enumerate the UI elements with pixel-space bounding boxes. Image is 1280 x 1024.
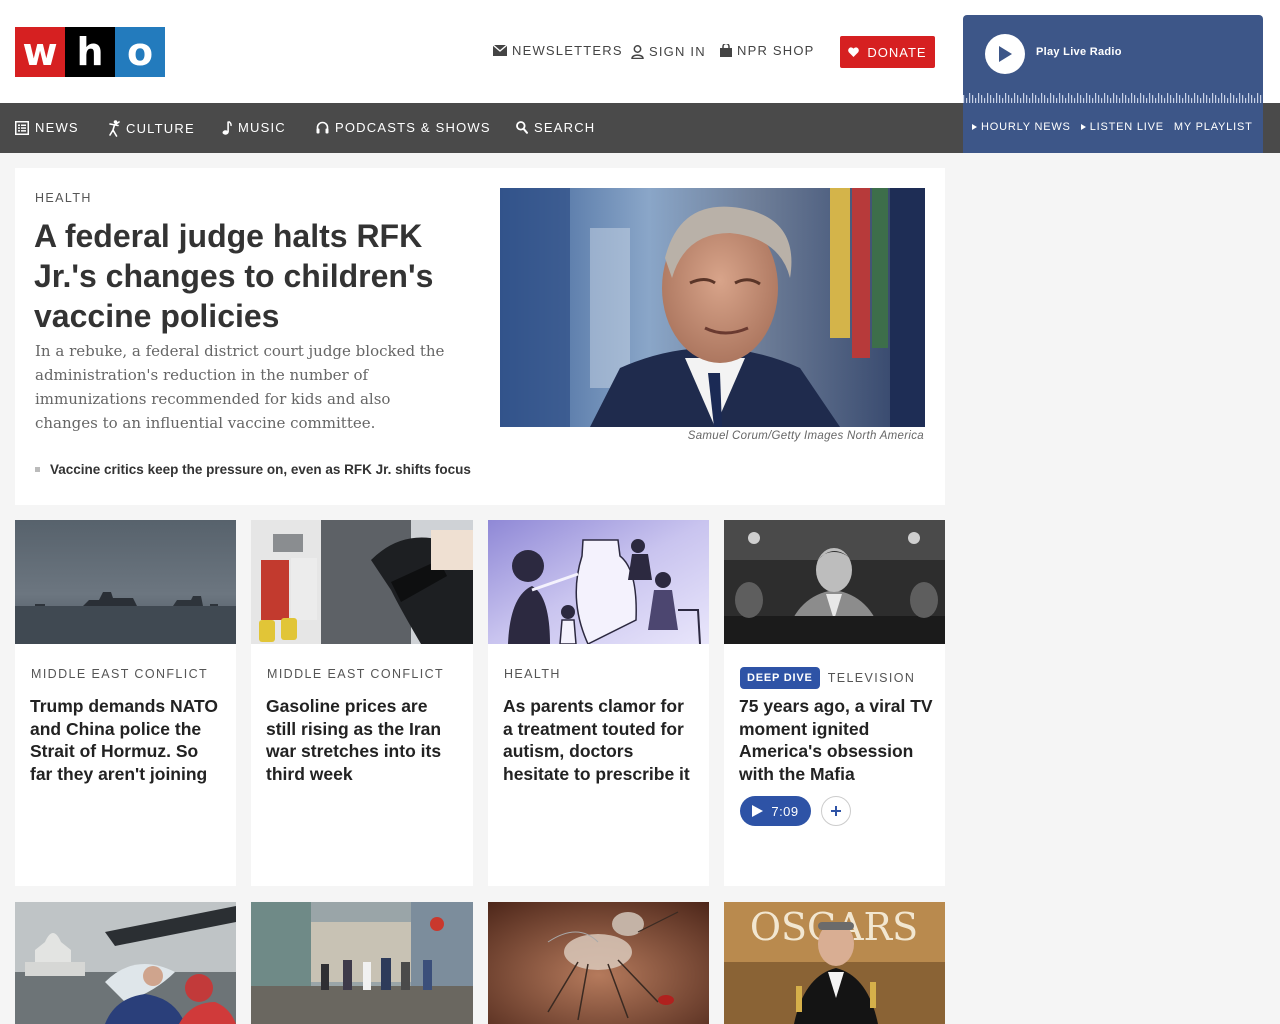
nav-news-label: NEWS (35, 120, 79, 135)
donate-button[interactable]: DONATE (840, 36, 935, 68)
lead-story: HEALTH A federal judge halts RFK Jr.'s c… (15, 168, 945, 505)
story-card-title[interactable]: Gasoline prices are still rising as the … (266, 695, 461, 785)
capitol-rain-photo (15, 902, 236, 1024)
story-card-photo[interactable] (15, 520, 236, 644)
nav-item-culture[interactable]: CULTURE (108, 120, 195, 137)
story-card-photo[interactable] (251, 520, 473, 644)
story-card: DEEP DIVE TELEVISION 75 years ago, a vir… (724, 520, 945, 886)
story-card-title[interactable]: As parents clamor for a treatment touted… (503, 695, 698, 785)
logo-letter-o: o (115, 27, 165, 77)
story-card: MIDDLE EAST CONFLICT Gasoline prices are… (251, 520, 473, 886)
story-card-photo[interactable] (488, 520, 709, 644)
lead-photo-credit: Samuel Corum/Getty Images North America (687, 430, 924, 442)
story-card-eyebrow: MIDDLE EAST CONFLICT (31, 667, 208, 681)
nav-podcasts-label: PODCASTS & SHOWS (335, 120, 491, 135)
nav-item-news[interactable]: NEWS (15, 120, 79, 135)
add-to-playlist-button[interactable] (821, 796, 851, 826)
play-icon (752, 805, 764, 817)
deep-dive-badge[interactable]: DEEP DIVE (740, 667, 820, 689)
warships-sea-photo (15, 520, 236, 644)
music-note-icon (222, 120, 232, 135)
story-card-photo[interactable] (251, 902, 473, 1024)
player-title: Play Live Radio (1036, 46, 1122, 58)
story-card-title[interactable]: Trump demands NATO and China police the … (30, 695, 225, 785)
heart-icon (848, 47, 860, 57)
npr-shop-link[interactable]: NPR SHOP (720, 43, 815, 58)
lead-story-photo[interactable] (500, 188, 925, 427)
bullet-square-icon (35, 467, 40, 472)
search-icon (516, 121, 528, 134)
story-card-section[interactable]: TELEVISION (828, 671, 916, 685)
culture-icon (109, 120, 120, 137)
portrait-photo-illustration (500, 188, 925, 427)
site-logo[interactable]: w h o (15, 27, 165, 77)
nav-item-music[interactable]: MUSIC (222, 120, 286, 135)
mosquito-skin-photo (488, 902, 709, 1024)
story-card-photo[interactable]: OSCARS (724, 902, 945, 1024)
audio-duration: 7:09 (771, 803, 799, 819)
nav-culture-label: CULTURE (126, 121, 195, 136)
story-card-section[interactable]: HEALTH (504, 667, 561, 681)
story-card-eyebrow: DEEP DIVE TELEVISION (740, 667, 915, 689)
logo-letter-h: h (65, 27, 115, 77)
listen-live-label: LISTEN LIVE (1089, 121, 1164, 133)
hearing-archive-photo (724, 520, 945, 644)
story-card-eyebrow: MIDDLE EAST CONFLICT (267, 667, 444, 681)
triangle-right-icon (1080, 124, 1086, 130)
story-card-photo[interactable] (15, 902, 236, 1024)
logo-letter-w: w (15, 27, 65, 77)
triangle-right-icon (972, 124, 977, 130)
nav-search-label: SEARCH (534, 120, 596, 135)
my-playlist-link[interactable]: MY PLAYLIST (1174, 121, 1253, 133)
nav-item-search[interactable]: SEARCH (516, 120, 595, 135)
hourly-news-link[interactable]: HOURLY NEWS (972, 121, 1071, 133)
news-icon (15, 120, 29, 135)
story-card-section[interactable]: MIDDLE EAST CONFLICT (267, 667, 444, 681)
audio-waveform-decoration (963, 89, 1263, 103)
newsletters-link[interactable]: NEWSLETTERS (493, 43, 623, 58)
lead-related-link[interactable]: Vaccine critics keep the pressure on, ev… (35, 462, 471, 477)
story-card-section[interactable]: MIDDLE EAST CONFLICT (31, 667, 208, 681)
autism-treatment-illustration (488, 520, 709, 644)
sign-in-label: SIGN IN (649, 44, 706, 59)
sign-in-link[interactable]: SIGN IN (631, 44, 706, 59)
plus-icon (831, 806, 841, 816)
donate-label: DONATE (867, 44, 927, 60)
lead-story-title[interactable]: A federal judge halts RFK Jr.'s changes … (34, 216, 464, 336)
oscars-winner-photo: OSCARS (724, 902, 945, 1024)
player-links: HOURLY NEWS LISTEN LIVE MY PLAYLIST (972, 121, 1253, 133)
my-playlist-label: MY PLAYLIST (1173, 121, 1253, 133)
story-card-title[interactable]: 75 years ago, a viral TV moment ignited … (739, 695, 934, 785)
nav-item-podcasts[interactable]: PODCASTS & SHOWS (316, 120, 491, 135)
play-live-radio-button[interactable] (985, 34, 1025, 74)
story-card: HEALTH As parents clamor for a treatment… (488, 520, 709, 886)
lead-related-label: Vaccine critics keep the pressure on, ev… (50, 462, 471, 477)
live-radio-player: Play Live Radio HOURLY NEWS LISTEN LIVE … (963, 15, 1263, 153)
newsletters-label: NEWSLETTERS (512, 43, 623, 58)
hourly-news-label: HOURLY NEWS (981, 121, 1071, 133)
listen-live-link[interactable]: LISTEN LIVE (1080, 121, 1164, 133)
user-icon (631, 44, 644, 59)
gas-pump-photo (251, 520, 473, 644)
audio-controls: 7:09 (740, 796, 851, 826)
envelope-icon (493, 45, 507, 56)
shopping-bag-icon (720, 44, 732, 57)
story-card-eyebrow: HEALTH (504, 667, 561, 681)
lead-story-eyebrow[interactable]: HEALTH (35, 191, 92, 205)
story-card: MIDDLE EAST CONFLICT Trump demands NATO … (15, 520, 236, 886)
lead-story-teaser: In a rebuke, a federal district court ju… (35, 342, 445, 432)
story-card-photo[interactable] (488, 902, 709, 1024)
play-audio-button[interactable]: 7:09 (740, 796, 811, 826)
npr-shop-label: NPR SHOP (737, 43, 815, 58)
headphones-icon (316, 121, 329, 134)
story-card-photo[interactable] (724, 520, 945, 644)
play-icon (999, 46, 1012, 62)
nav-music-label: MUSIC (238, 120, 286, 135)
havana-street-photo (251, 902, 473, 1024)
